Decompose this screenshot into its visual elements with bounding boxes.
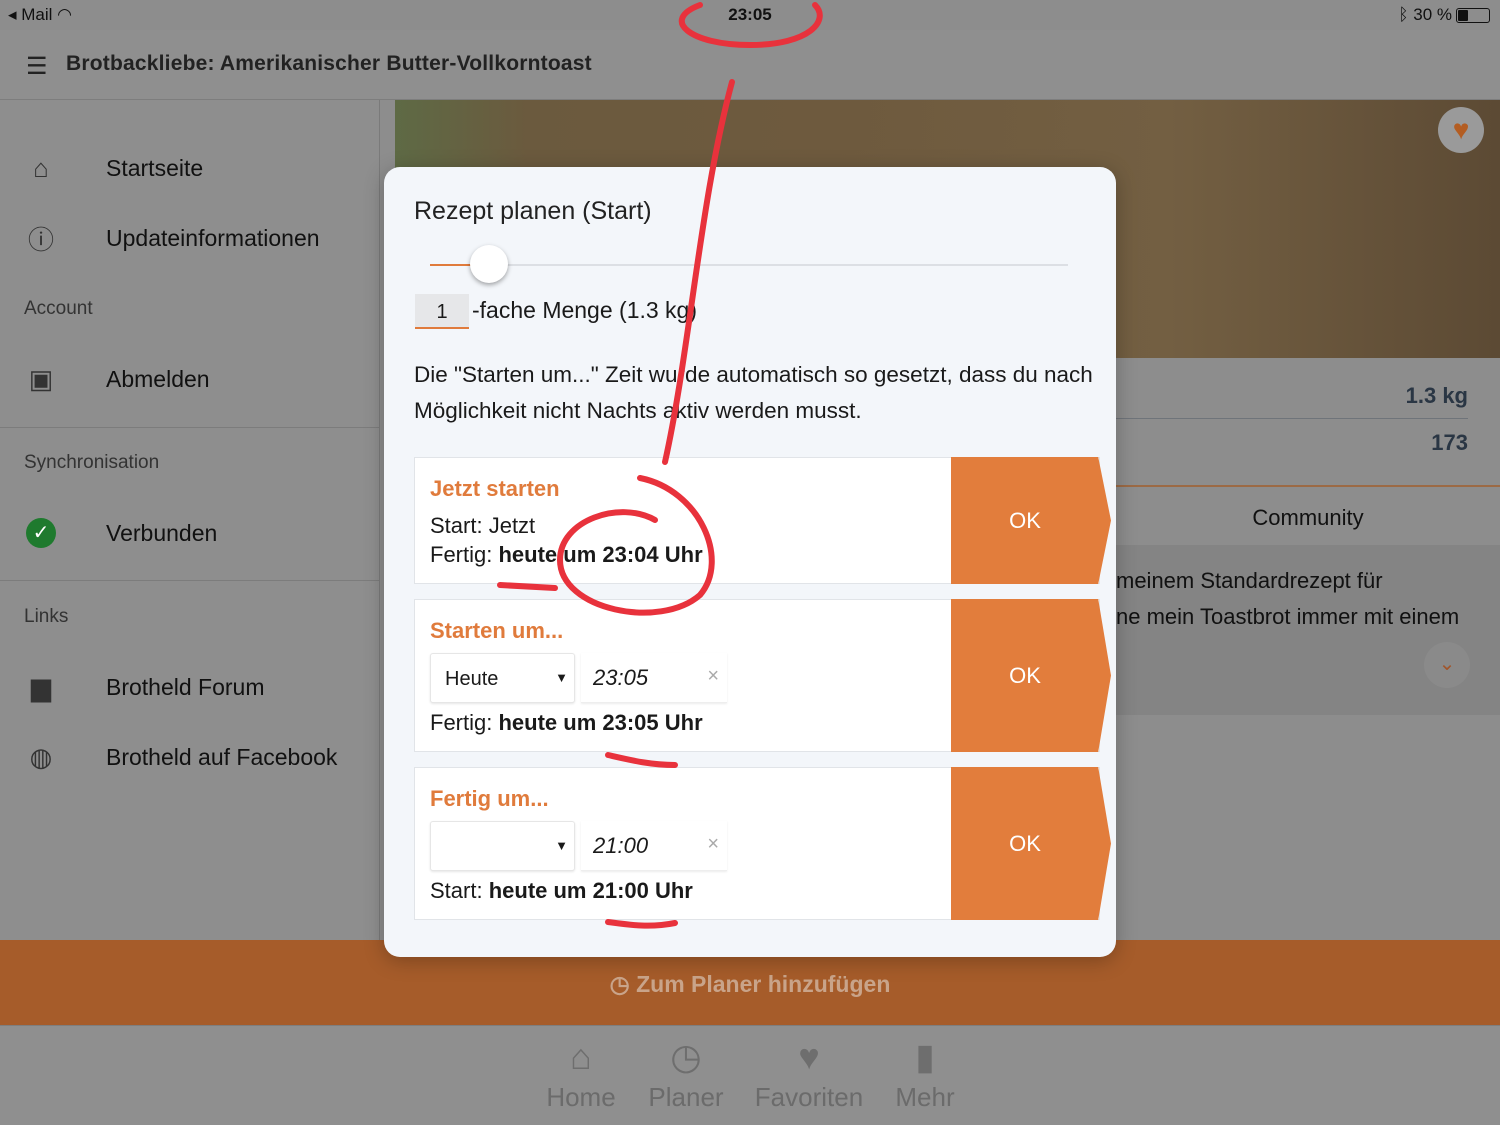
- bluetooth-icon: ᛒ: [1398, 5, 1414, 24]
- check-circle-icon: ✓: [26, 518, 56, 548]
- tab-label: Home: [546, 1082, 616, 1112]
- dialog-title: Rezept planen (Start): [414, 197, 652, 225]
- tab-label: Mehr: [895, 1082, 955, 1112]
- desc-line: meinem Standardrezept für: [1116, 568, 1383, 593]
- day-select[interactable]: ▼: [430, 821, 575, 871]
- value: Jetzt: [488, 513, 536, 538]
- bookmark-icon: ▮: [915, 1036, 935, 1077]
- label: Fertig:: [430, 542, 493, 567]
- tab-home[interactable]: ⌂ Home: [540, 1036, 622, 1113]
- slider-thumb[interactable]: [470, 245, 508, 283]
- planner-button-label: Zum Planer hinzufügen: [636, 971, 891, 997]
- history-icon: ◷: [670, 1036, 702, 1077]
- section-sync: Synchronisation: [24, 452, 160, 473]
- app-header: ☰ Brotbackliebe: Amerikanischer Butter-V…: [0, 30, 1500, 100]
- option-heading: Starten um...: [430, 618, 564, 643]
- forum-icon: ▆: [31, 671, 51, 702]
- battery-icon: [1456, 8, 1490, 24]
- sidebar-item-label: Abmelden: [106, 365, 210, 392]
- finish-line: Fertig: heute um 23:05 Uhr: [430, 710, 703, 736]
- tab-favoriten[interactable]: ♥ Favoriten: [750, 1036, 868, 1113]
- day-value: Heute: [445, 668, 499, 690]
- sidebar-item-facebook[interactable]: ◍ Brotheld auf Facebook: [0, 727, 379, 787]
- account-box-icon: ▣: [28, 363, 54, 394]
- sidebar-item-label: Brotheld Forum: [106, 673, 265, 700]
- option-finish-at: Fertig um... ▼ 21:00 × Start: heute um 21…: [414, 767, 1111, 920]
- info-icon: ⓘ: [27, 224, 54, 255]
- tab-label: Planer: [648, 1082, 724, 1112]
- option-heading: Fertig um...: [430, 786, 549, 811]
- label: Fertig:: [430, 710, 493, 735]
- tab-planer[interactable]: ◷ Planer: [644, 1036, 728, 1113]
- quantity-label: -fache Menge (1.3 kg): [472, 297, 698, 323]
- time-input[interactable]: 23:05 ×: [581, 653, 727, 703]
- home-icon: ⌂: [33, 152, 49, 183]
- tab-community[interactable]: Community: [1116, 485, 1500, 545]
- home-icon: ⌂: [570, 1036, 592, 1077]
- favorite-button[interactable]: ♥: [1438, 107, 1484, 153]
- option-start-at: Starten um... Heute ▼ 23:05 × Fertig: heut…: [414, 599, 1111, 752]
- day-select[interactable]: Heute ▼: [430, 653, 575, 703]
- start-line: Start: heute um 21:00 Uhr: [430, 878, 693, 904]
- sidebar-item-label: Updateinformationen: [106, 224, 320, 251]
- option-heading: Jetzt starten: [430, 476, 560, 501]
- caret-down-icon: ▼: [555, 838, 568, 853]
- battery-percent: 30 %: [1413, 5, 1452, 24]
- caret-down-icon: ▼: [555, 670, 568, 685]
- ok-button-finish-at[interactable]: OK: [951, 767, 1111, 920]
- history-icon: ◷: [609, 971, 637, 997]
- value: heute um 21:00 Uhr: [488, 878, 693, 903]
- menu-icon[interactable]: ☰: [26, 52, 48, 81]
- info-text: Die "Starten um..." Zeit wurde automatis…: [414, 362, 1093, 423]
- option-start-now: Jetzt starten Start: Jetzt Fertig: heute…: [414, 457, 1111, 584]
- sidebar-item-verbunden[interactable]: ✓ Verbunden: [0, 503, 379, 563]
- recipe-weight: 1.3 kg: [1405, 383, 1468, 408]
- sidebar-item-abmelden[interactable]: ▣ Abmelden: [0, 349, 379, 409]
- time-input[interactable]: 21:00 ×: [581, 821, 727, 871]
- heart-icon: ♥: [1452, 114, 1470, 145]
- value: heute um 23:04 Uhr: [498, 542, 703, 567]
- globe-icon: ◍: [29, 741, 53, 772]
- divider: [0, 580, 379, 581]
- recipe-count: 173: [1431, 430, 1468, 455]
- recipe-description: meinem Standardrezept für ne mein Toastbr…: [1116, 545, 1500, 715]
- expand-button[interactable]: ⌄: [1424, 642, 1470, 688]
- clock: 23:05: [728, 5, 772, 24]
- divider: [0, 427, 379, 428]
- sidebar: ⌂ Startseite ⓘ Updateinformationen Account…: [0, 100, 380, 940]
- time-value: 23:05: [593, 665, 649, 690]
- ok-button-start-at[interactable]: OK: [951, 599, 1111, 752]
- tab-bar: ⌂ Home ◷ Planer ♥ Favoriten ▮ Mehr: [0, 1025, 1500, 1125]
- ok-button-start-now[interactable]: OK: [951, 457, 1111, 584]
- time-value: 21:00: [593, 833, 649, 858]
- sidebar-item-updateinformationen[interactable]: ⓘ Updateinformationen: [0, 208, 379, 268]
- status-right: ᛒ 30 %: [1398, 5, 1490, 25]
- quantity-slider[interactable]: [430, 245, 1068, 283]
- divider: [1116, 418, 1468, 419]
- sidebar-item-label: Startseite: [106, 154, 204, 181]
- sidebar-item-label: Verbunden: [106, 519, 218, 546]
- status-bar: ◂ Mail ◠ 23:05 ᛒ 30 %: [0, 0, 1500, 30]
- tab-mehr[interactable]: ▮ Mehr: [890, 1036, 960, 1113]
- value: heute um 23:05 Uhr: [498, 710, 703, 735]
- section-account: Account: [24, 298, 93, 319]
- label: Start:: [430, 878, 483, 903]
- clear-icon[interactable]: ×: [707, 833, 719, 856]
- finish-line: Fertig: heute um 23:04 Uhr: [430, 542, 703, 568]
- clear-icon[interactable]: ×: [707, 665, 719, 688]
- sidebar-item-forum[interactable]: ▆ Brotheld Forum: [0, 657, 379, 717]
- chevron-down-icon: ⌄: [1438, 653, 1456, 675]
- plan-recipe-dialog: Rezept planen (Start) 1 -fache Menge (1.…: [384, 167, 1116, 957]
- heart-icon: ♥: [798, 1036, 820, 1077]
- desc-line: ne mein Toastbrot immer mit einem: [1116, 604, 1460, 629]
- sidebar-item-startseite[interactable]: ⌂ Startseite: [0, 138, 379, 198]
- sidebar-item-label: Brotheld auf Facebook: [106, 743, 338, 770]
- start-line: Start: Jetzt: [430, 513, 535, 539]
- quantity-input[interactable]: 1: [415, 294, 469, 329]
- section-links: Links: [24, 606, 69, 627]
- page-title: Brotbackliebe: Amerikanischer Butter-Vol…: [66, 52, 592, 75]
- tab-label: Favoriten: [754, 1082, 864, 1112]
- label: Start:: [430, 513, 483, 538]
